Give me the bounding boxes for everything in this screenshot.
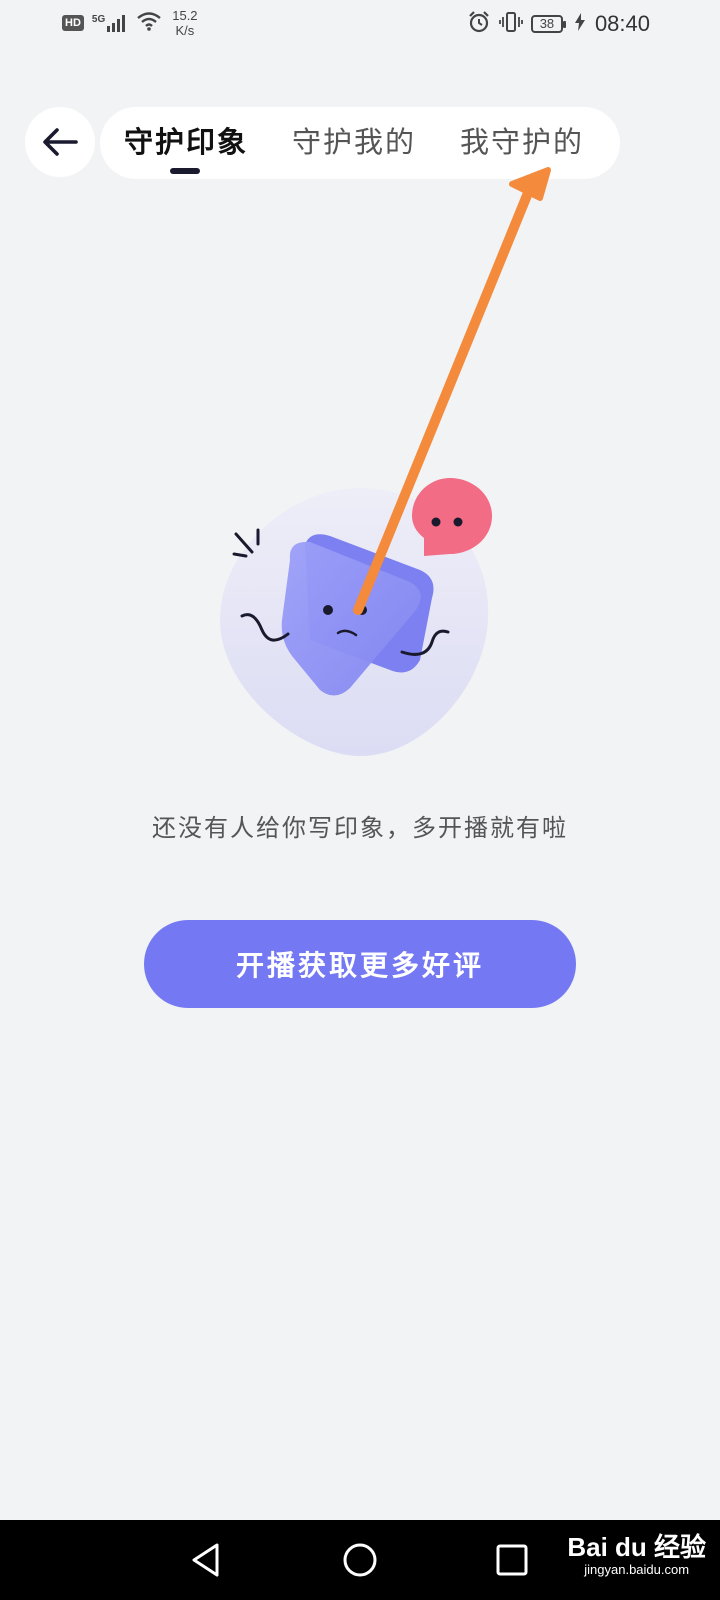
active-tab-indicator [170, 168, 200, 174]
tab-guarding-me[interactable]: 守护我的 [292, 107, 416, 179]
nav-recents-button[interactable] [492, 1540, 532, 1580]
vibrate-icon [499, 10, 523, 38]
circle-home-icon [343, 1543, 377, 1577]
tab-bar: 守护印象 守护我的 我守护的 [100, 107, 620, 179]
alarm-icon [467, 10, 491, 38]
arrow-left-icon [43, 128, 78, 156]
square-recents-icon [496, 1544, 528, 1576]
empty-state-illustration [220, 478, 492, 757]
network-speed: 15.2 K/s [172, 8, 197, 38]
triangle-back-icon [192, 1543, 219, 1577]
network-speed-value: 15.2 [172, 8, 198, 23]
watermark-url: jingyan.baidu.com [584, 1562, 690, 1577]
start-broadcast-button[interactable]: 开播获取更多好评 [144, 920, 576, 1008]
status-bar: HD 5G 15.2 K/s 38 08:40 [0, 0, 720, 50]
network-type: 5G [91, 14, 106, 25]
tab-i-guard[interactable]: 我守护的 [460, 107, 584, 179]
system-nav-bar: Bai du 经验 jingyan.baidu.com [0, 1520, 720, 1600]
wifi-icon [136, 11, 162, 35]
watermark-brand: Bai du 经验 [567, 1532, 706, 1562]
annotation-arrow [353, 167, 551, 615]
hd-badge: HD [62, 15, 84, 31]
battery-icon: 38 [530, 15, 566, 33]
back-button[interactable] [25, 107, 95, 177]
empty-state-message: 还没有人给你写印象，多开播就有啦 [152, 814, 568, 842]
nav-back-button[interactable] [186, 1540, 226, 1580]
charging-icon [574, 13, 585, 35]
nav-home-button[interactable] [340, 1540, 380, 1580]
status-time: 08:40 [594, 11, 650, 36]
watermark: Bai du 经验 jingyan.baidu.com [567, 1532, 706, 1578]
network-speed-unit: K/s [175, 23, 195, 38]
signal-icon: 5G [92, 14, 128, 32]
